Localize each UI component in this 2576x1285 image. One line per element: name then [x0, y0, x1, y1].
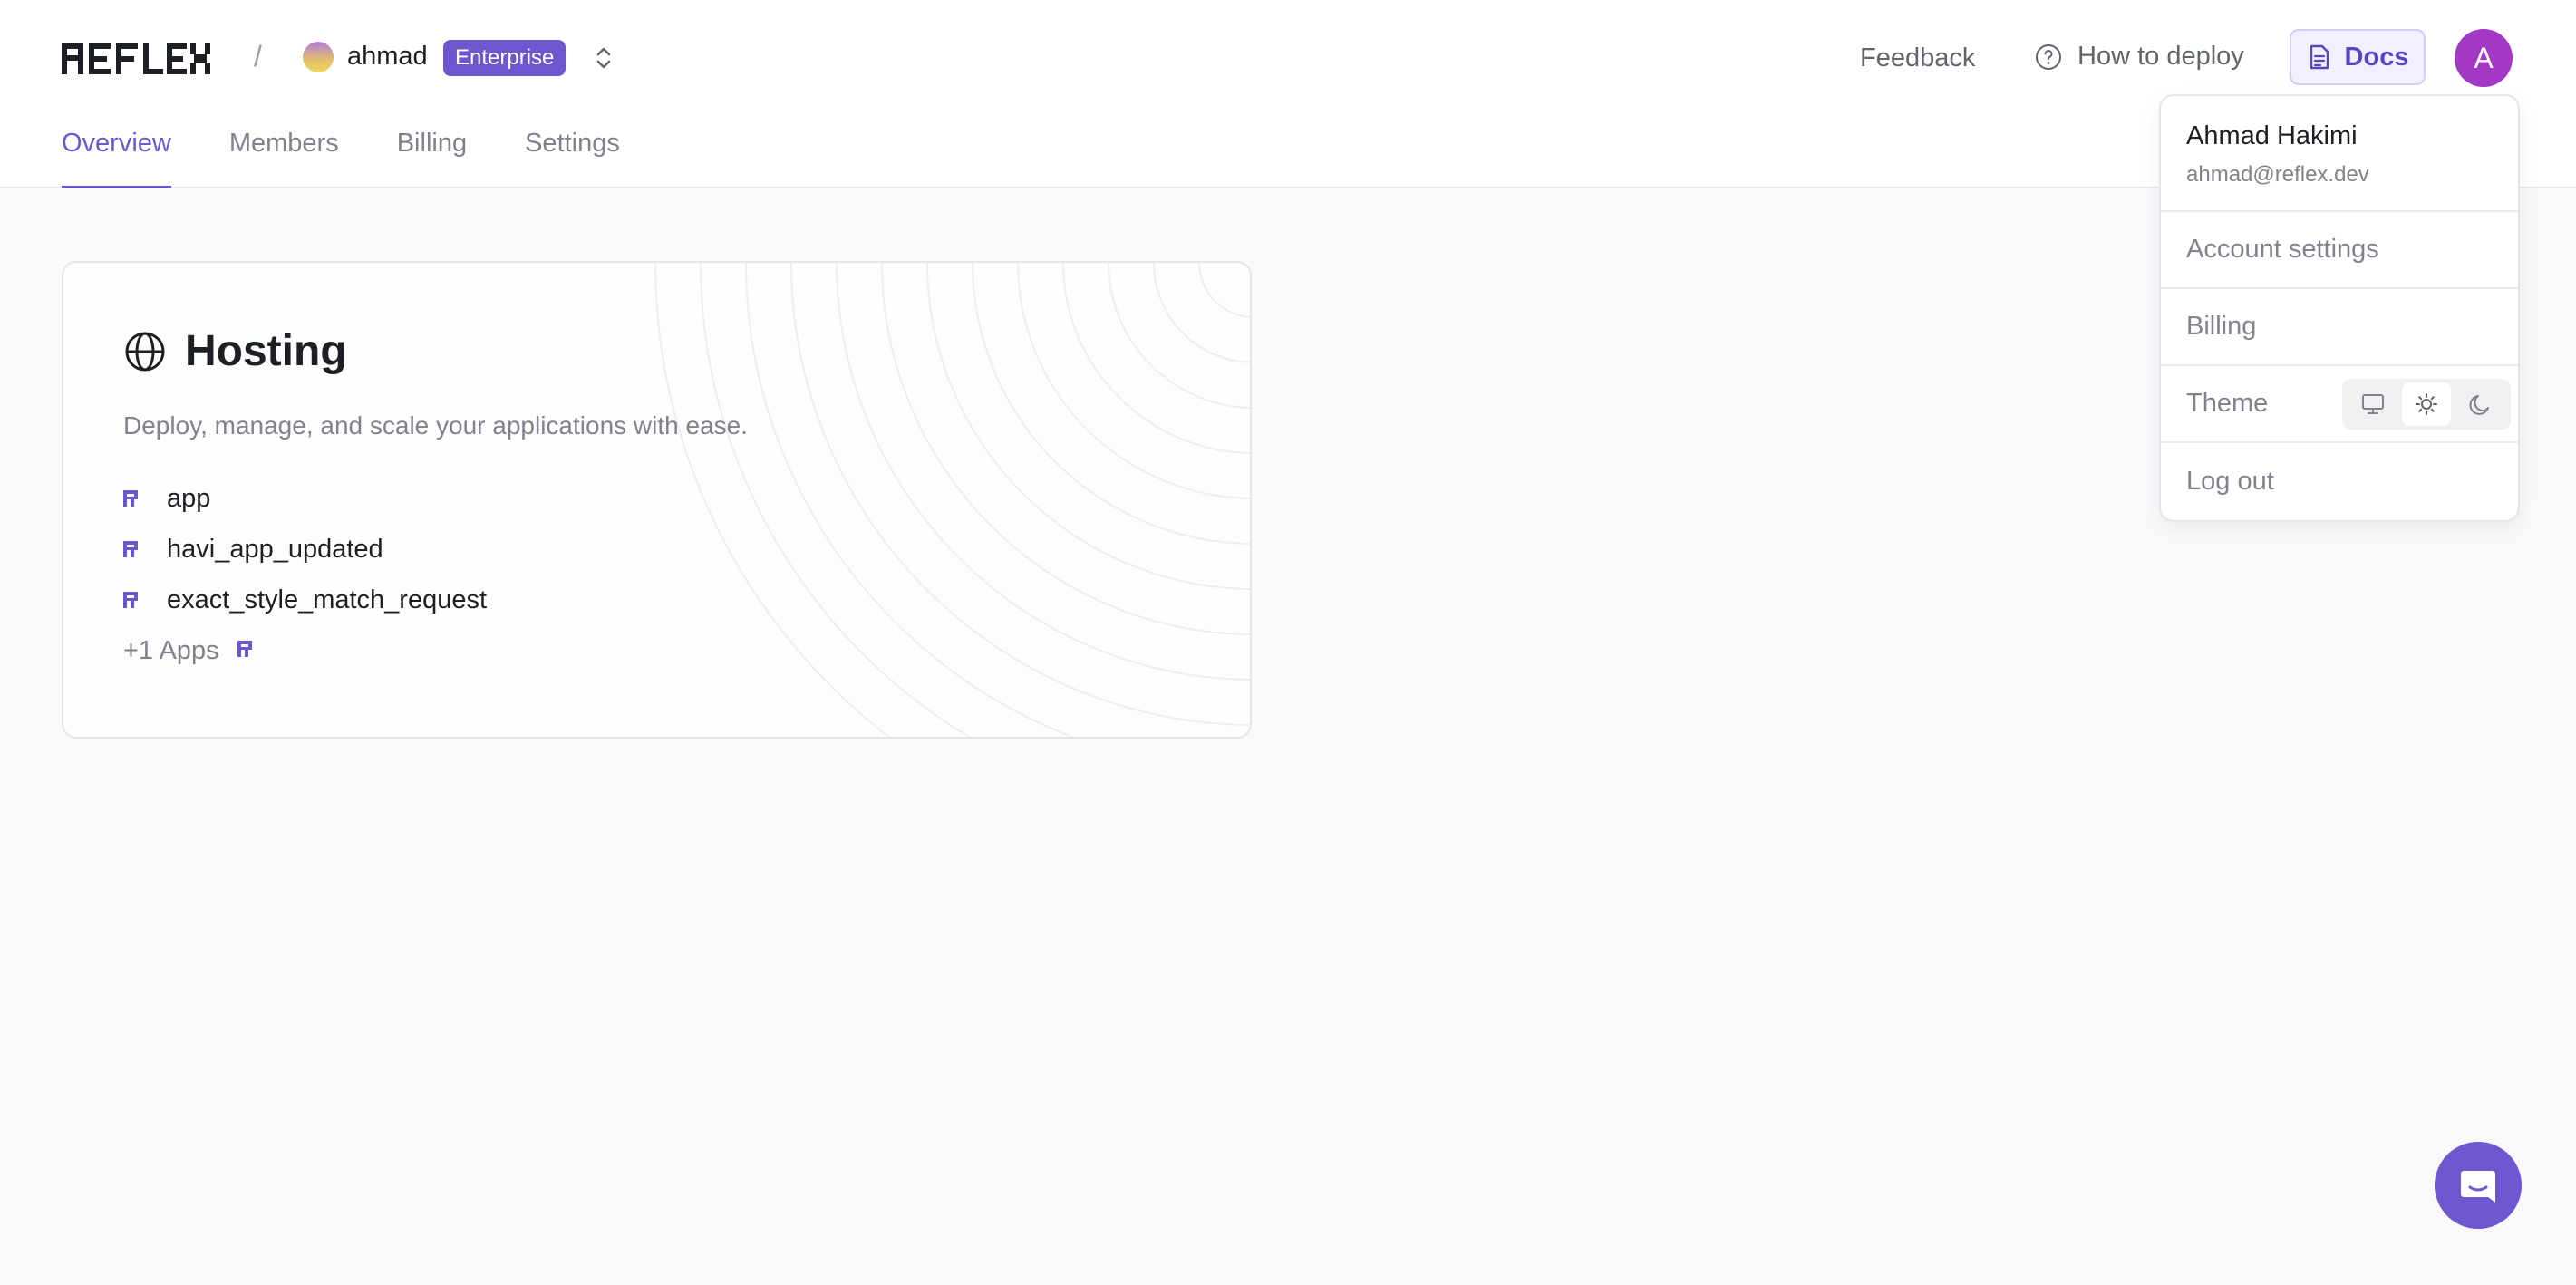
globe-icon — [125, 332, 165, 371]
hosting-title: Hosting — [123, 326, 347, 376]
monitor-icon — [2361, 394, 2384, 414]
docs-button[interactable]: Docs — [2290, 29, 2426, 85]
tab-settings[interactable]: Settings — [525, 129, 620, 188]
theme-light-button[interactable] — [2401, 382, 2451, 426]
team-avatar[interactable] — [303, 42, 334, 72]
chat-launcher-button[interactable] — [2435, 1142, 2522, 1229]
user-menu-header: Ahmad Hakimi ahmad@reflex.dev — [2161, 96, 2518, 212]
reflex-r-icon — [237, 640, 252, 662]
theme-system-button[interactable] — [2348, 382, 2397, 426]
how-to-deploy-label: How to deploy — [2077, 42, 2244, 71]
theme-dark-button[interactable] — [2455, 382, 2504, 426]
tab-bar: Overview Members Billing Settings — [62, 129, 620, 188]
list-item[interactable]: app — [123, 473, 487, 524]
chat-icon — [2461, 1171, 2495, 1203]
moon-icon — [2469, 395, 2490, 415]
app-root: / ahmad Enterprise Feedback How to deplo… — [0, 0, 2576, 1285]
user-name: Ahmad Hakimi — [2186, 121, 2358, 150]
reflex-r-icon — [123, 485, 150, 512]
plan-badge: Enterprise — [443, 40, 567, 76]
how-to-deploy-link[interactable]: How to deploy — [2034, 42, 2244, 72]
app-list: app havi_app_updated exact_style_match_r… — [123, 473, 487, 676]
theme-switcher — [2342, 379, 2511, 430]
menu-item-log-out[interactable]: Log out — [2161, 443, 2518, 520]
reflex-logo-icon — [62, 43, 210, 74]
tab-members[interactable]: Members — [229, 129, 339, 188]
user-email: ahmad@reflex.dev — [2186, 162, 2369, 187]
tab-overview[interactable]: Overview — [62, 129, 171, 188]
document-icon — [2310, 44, 2329, 70]
user-menu-dropdown: Ahmad Hakimi ahmad@reflex.dev Account se… — [2159, 94, 2520, 522]
hosting-description: Deploy, manage, and scale your applicati… — [123, 411, 748, 440]
chevron-up-down-icon[interactable] — [591, 42, 616, 74]
hosting-card[interactable]: Hosting Deploy, manage, and scale your a… — [62, 261, 1252, 739]
app-name: exact_style_match_request — [167, 585, 488, 614]
list-item[interactable]: exact_style_match_request — [123, 575, 487, 625]
app-name: app — [167, 483, 211, 513]
more-apps-label: +1 Apps — [123, 635, 219, 665]
reflex-r-icon — [123, 536, 150, 563]
team-name[interactable]: ahmad — [347, 42, 428, 72]
sun-icon — [2415, 393, 2437, 415]
hosting-heading: Hosting — [185, 327, 347, 375]
tab-billing[interactable]: Billing — [397, 129, 467, 188]
user-avatar[interactable]: A — [2455, 29, 2513, 87]
reflex-r-icon — [123, 586, 150, 614]
app-name: havi_app_updated — [167, 534, 383, 564]
breadcrumb-separator: / — [254, 40, 262, 72]
menu-item-account-settings[interactable]: Account settings — [2161, 212, 2518, 289]
menu-item-billing[interactable]: Billing — [2161, 289, 2518, 366]
menu-item-theme: Theme — [2161, 366, 2518, 443]
more-apps[interactable]: +1 Apps — [123, 625, 487, 676]
docs-label: Docs — [2344, 42, 2409, 72]
question-circle-icon — [2036, 43, 2061, 70]
reflex-logo[interactable] — [62, 43, 210, 74]
list-item[interactable]: havi_app_updated — [123, 524, 487, 575]
theme-label: Theme — [2186, 389, 2269, 418]
feedback-link[interactable]: Feedback — [1860, 43, 1975, 73]
